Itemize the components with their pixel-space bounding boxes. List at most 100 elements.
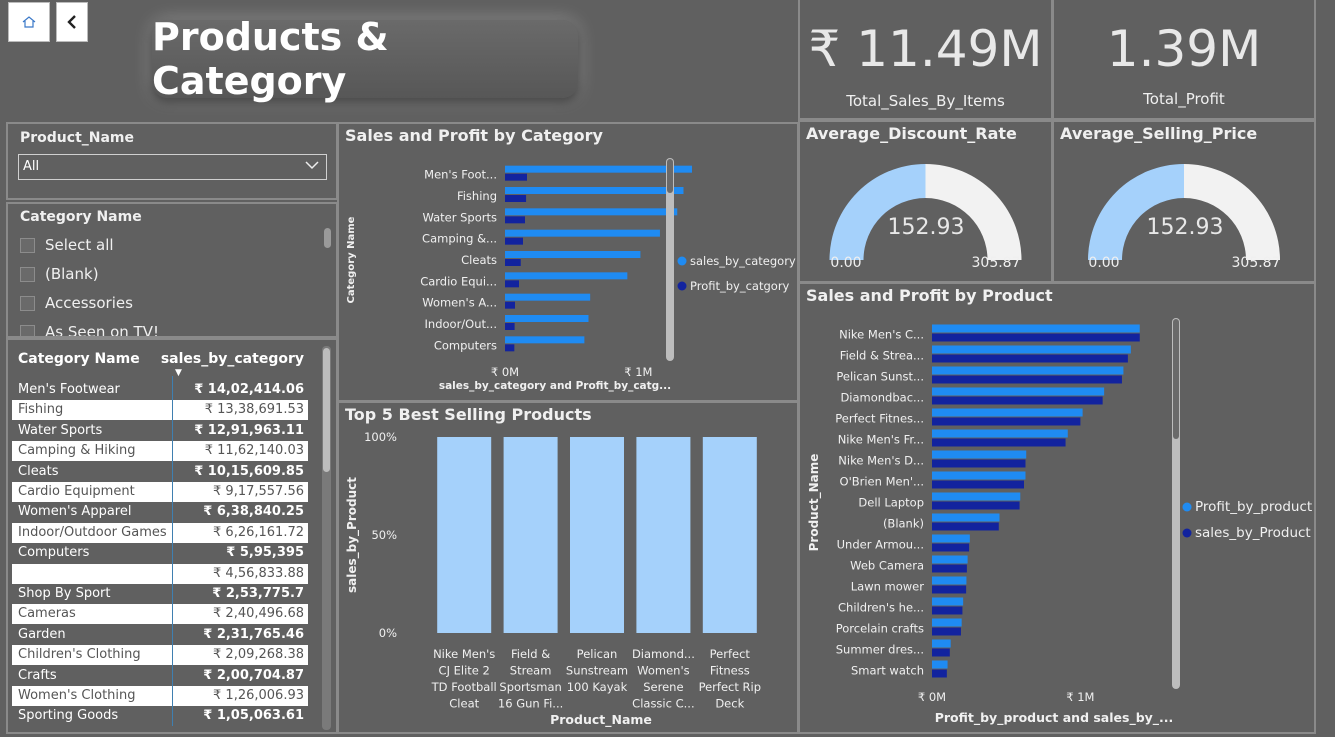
- home-button[interactable]: [8, 2, 50, 42]
- header-category-name[interactable]: Category Name: [18, 351, 140, 367]
- bar-sales-by-product[interactable]: [932, 543, 970, 552]
- table-row[interactable]: Camping & Hiking ₹ 11,62,140.03: [12, 441, 308, 462]
- table-row[interactable]: Women's Apparel ₹ 6,38,840.25: [12, 502, 308, 522]
- x-tick-label: Field & Stream Sportsman 16 Gun Fi...: [498, 647, 563, 711]
- table-row[interactable]: Women's Clothing ₹ 1,26,006.93: [12, 686, 308, 706]
- bar-profit-by-catgory[interactable]: [505, 237, 523, 245]
- chart-scrollbar-thumb[interactable]: [1173, 319, 1179, 439]
- category-tick-label: Summer dres...: [836, 643, 924, 657]
- bar-profit-by-catgory[interactable]: [505, 301, 515, 309]
- bar-profit-by-catgory[interactable]: [505, 344, 515, 352]
- table-row[interactable]: Water Sports ₹ 12,91,963.11: [12, 421, 308, 441]
- bar-sales-by-category[interactable]: [505, 165, 692, 173]
- table-row[interactable]: ₹ 4,56,833.88: [12, 563, 308, 584]
- bar-sales-by-category[interactable]: [505, 208, 678, 216]
- product-dropdown-value: All: [23, 159, 40, 174]
- bar-profit-by-product[interactable]: [932, 555, 968, 564]
- bar-sales-by-category[interactable]: [505, 251, 641, 258]
- bar-profit-by-product[interactable]: [932, 513, 1000, 522]
- cell-sales: ₹ 10,15,609.85: [194, 463, 304, 479]
- category-option[interactable]: (Blank): [20, 265, 99, 283]
- checkbox[interactable]: [20, 237, 35, 253]
- bar-sales-by-product[interactable]: [932, 333, 1140, 342]
- bar-sales-by-product[interactable]: [932, 354, 1128, 363]
- table-row[interactable]: Children's Clothing ₹ 2,09,268.38: [12, 645, 308, 666]
- bar-profit-by-product[interactable]: [932, 324, 1140, 333]
- bar-profit-by-product[interactable]: [932, 450, 1027, 459]
- bar-profit-by-product[interactable]: [932, 639, 951, 648]
- table-scrollbar[interactable]: [323, 348, 330, 472]
- bar-sales-by-category[interactable]: [505, 315, 589, 322]
- bar-sales-by-product[interactable]: [932, 438, 1066, 447]
- category-option[interactable]: Accessories: [20, 294, 133, 312]
- bar-sales-by-product[interactable]: [932, 501, 1020, 510]
- table-row[interactable]: Computers ₹ 5,95,395: [12, 543, 308, 563]
- bar-profit-by-product[interactable]: [932, 597, 964, 606]
- category-option[interactable]: As Seen on TV!: [20, 323, 159, 336]
- bar-sales-by-product[interactable]: [932, 459, 1026, 468]
- table-row[interactable]: Fishing ₹ 13,38,691.53: [12, 400, 308, 421]
- bar-profit-by-product[interactable]: [932, 618, 962, 627]
- bar-profit-by-catgory[interactable]: [505, 195, 527, 202]
- bar-top-product[interactable]: [702, 437, 757, 633]
- back-button[interactable]: [56, 2, 88, 42]
- bar-sales-by-product[interactable]: [932, 417, 1081, 426]
- table-row[interactable]: Cardio Equipment ₹ 9,17,557.56: [12, 482, 308, 502]
- product-dropdown[interactable]: All: [18, 154, 327, 180]
- bar-sales-by-product[interactable]: [932, 564, 967, 573]
- bar-profit-by-product[interactable]: [932, 429, 1068, 438]
- table-row[interactable]: Cleats ₹ 10,15,609.85: [12, 462, 308, 482]
- bar-profit-by-product[interactable]: [932, 534, 970, 543]
- bar-profit-by-catgory[interactable]: [505, 259, 521, 266]
- bar-top-product[interactable]: [570, 437, 624, 633]
- bar-sales-by-product[interactable]: [932, 648, 950, 657]
- bar-profit-by-product[interactable]: [932, 660, 948, 669]
- bar-sales-by-category[interactable]: [505, 187, 684, 194]
- bar-sales-by-product[interactable]: [932, 606, 963, 615]
- table-row[interactable]: Crafts ₹ 2,00,704.87: [12, 666, 308, 686]
- table-row[interactable]: Cameras ₹ 2,40,496.68: [12, 604, 308, 625]
- bar-profit-by-product[interactable]: [932, 387, 1105, 396]
- bar-profit-by-catgory[interactable]: [505, 323, 515, 330]
- checkbox[interactable]: [20, 324, 35, 336]
- x-tick-label: ₹ 1M: [624, 365, 652, 379]
- slicer-scrollbar[interactable]: [324, 228, 331, 248]
- table-row[interactable]: Shop By Sport ₹ 2,53,775.7: [12, 584, 308, 604]
- table-row[interactable]: Indoor/Outdoor Games ₹ 6,26,161.72: [12, 522, 308, 543]
- bar-profit-by-product[interactable]: [932, 471, 1026, 480]
- bar-sales-by-category[interactable]: [505, 272, 628, 280]
- table-row[interactable]: Garden ₹ 2,31,765.46: [12, 625, 308, 645]
- bar-sales-by-product[interactable]: [932, 669, 947, 678]
- header-sales-by-category[interactable]: sales_by_category: [161, 351, 304, 367]
- bar-profit-by-catgory[interactable]: [505, 216, 525, 224]
- table-row[interactable]: Men's Footwear ₹ 14,02,414.06: [12, 380, 308, 400]
- bar-sales-by-category[interactable]: [505, 336, 585, 344]
- bar-top-product[interactable]: [636, 437, 691, 633]
- bar-profit-by-product[interactable]: [932, 576, 967, 585]
- bar-profit-by-product[interactable]: [932, 345, 1131, 354]
- bar-profit-by-product[interactable]: [932, 366, 1124, 375]
- bar-sales-by-category[interactable]: [505, 229, 660, 237]
- bar-profit-by-product[interactable]: [932, 492, 1021, 501]
- bar-sales-by-product[interactable]: [932, 396, 1103, 405]
- bar-sales-by-product[interactable]: [932, 522, 999, 531]
- top5-chart-panel: Top 5 Best Selling Products 100% 50% 0% sal…: [337, 401, 799, 734]
- cell-sales: ₹ 2,40,496.68: [213, 606, 304, 622]
- bar-top-product[interactable]: [503, 437, 558, 633]
- cell-sales: ₹ 13,38,691.53: [204, 402, 304, 418]
- bar-profit-by-catgory[interactable]: [505, 280, 519, 288]
- bar-sales-by-product[interactable]: [932, 480, 1024, 489]
- bar-sales-by-product[interactable]: [932, 375, 1122, 384]
- cell-category: Shop By Sport: [18, 586, 111, 601]
- table-row[interactable]: Sporting Goods ₹ 1,05,063.61: [12, 706, 308, 726]
- bar-sales-by-category[interactable]: [505, 293, 591, 301]
- bar-top-product[interactable]: [437, 437, 492, 633]
- bar-sales-by-product[interactable]: [932, 627, 961, 636]
- bar-profit-by-catgory[interactable]: [505, 173, 527, 181]
- bar-sales-by-product[interactable]: [932, 585, 967, 594]
- chart-scrollbar-thumb[interactable]: [667, 159, 673, 193]
- checkbox[interactable]: [20, 295, 35, 311]
- bar-profit-by-product[interactable]: [932, 408, 1083, 417]
- checkbox[interactable]: [20, 266, 35, 282]
- category-option[interactable]: Select all: [20, 236, 114, 254]
